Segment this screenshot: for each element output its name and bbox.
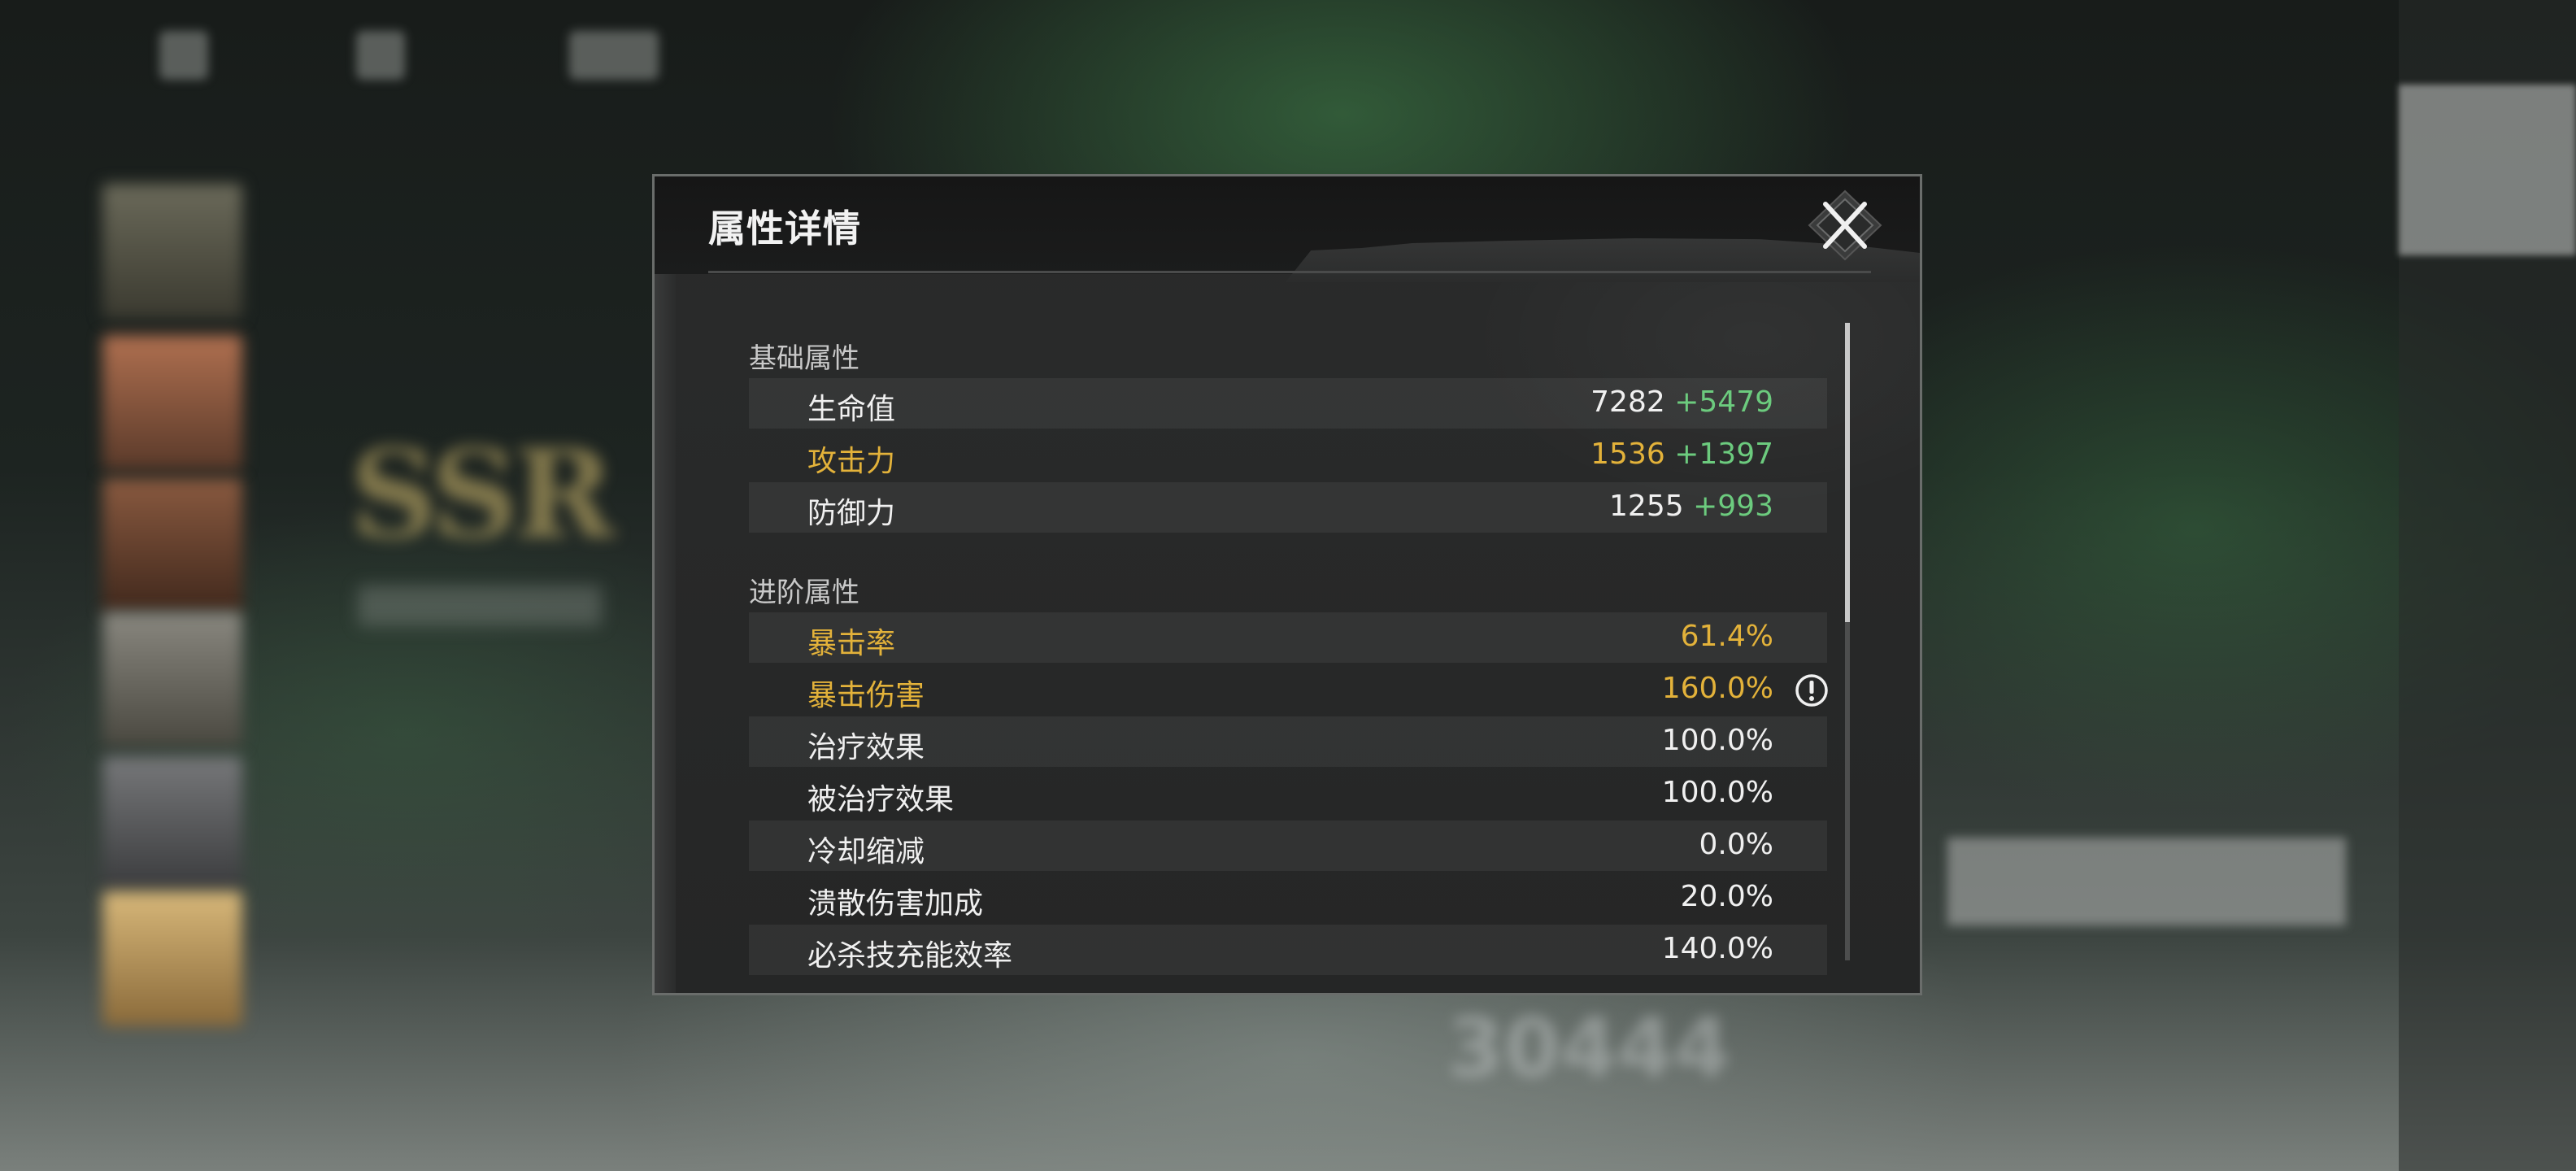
attribute-value: 0.0%	[1699, 828, 1773, 861]
attribute-row-defense: 防御力 1255 +993	[749, 482, 1827, 533]
side-menu-active-tab	[2399, 85, 2576, 255]
settings-icon	[356, 31, 405, 80]
attribute-label: 暴击率	[807, 627, 896, 660]
attribute-value: 140.0%	[1662, 932, 1773, 965]
attribute-label: 防御力	[807, 497, 896, 530]
attribute-value: 160.0%	[1662, 672, 1773, 705]
rarity-badge: SSR	[350, 423, 615, 566]
character-name	[358, 586, 602, 626]
top-label	[569, 31, 659, 80]
attribute-value: 61.4%	[1681, 620, 1773, 653]
attribute-label: 溃散伤害加成	[807, 887, 984, 921]
character-portrait	[102, 612, 242, 747]
bonus-value: +5479	[1674, 385, 1773, 419]
character-portrait	[102, 335, 242, 470]
attribute-label: 冷却缩减	[807, 835, 925, 868]
close-x-icon	[1808, 189, 1882, 261]
character-portrait	[102, 891, 242, 1026]
character-portrait	[102, 478, 242, 613]
close-button[interactable]	[1799, 188, 1891, 263]
character-portrait	[102, 184, 242, 319]
value-text: 61.4%	[1680, 620, 1773, 653]
attribute-row-ultimate-charge: 必杀技充能效率 140.0%	[749, 925, 1827, 975]
info-exclamation-icon[interactable]	[1795, 673, 1829, 707]
attribute-row-healed: 被治疗效果 100.0%	[749, 768, 1827, 819]
base-value: 1536	[1590, 437, 1665, 471]
attribute-label: 治疗效果	[807, 731, 925, 764]
attribute-value: 20.0%	[1681, 880, 1773, 913]
attribute-value: 7282 +5479	[1590, 385, 1773, 419]
attribute-value: 1536 +1397	[1590, 437, 1773, 471]
header-divider	[708, 271, 1871, 273]
attribute-value: 100.0%	[1662, 776, 1773, 809]
attribute-row-crit-rate: 暴击率 61.4%	[749, 612, 1827, 663]
attribute-list[interactable]: 基础属性 生命值 7282 +5479 攻击力 1536 +1397 防御力 1…	[749, 320, 1830, 993]
base-value: 1255	[1609, 490, 1684, 523]
attribute-label: 暴击伤害	[807, 679, 925, 712]
dialog-edge-decoration	[655, 176, 676, 993]
attribute-row-break-damage: 溃散伤害加成 20.0%	[749, 873, 1827, 923]
attribute-label: 必杀技充能效率	[807, 939, 1013, 973]
bonus-value: +993	[1693, 490, 1773, 523]
section-title-advanced: 进阶属性	[749, 577, 859, 609]
attribute-value: 100.0%	[1662, 724, 1773, 757]
share-icon	[159, 31, 208, 80]
attribute-row-healing: 治疗效果 100.0%	[749, 716, 1827, 767]
attribute-row-attack: 攻击力 1536 +1397	[749, 430, 1827, 481]
value-text: 100.0%	[1661, 776, 1773, 809]
attribute-label: 生命值	[807, 393, 896, 426]
character-portrait	[102, 756, 242, 891]
bonus-value: +1397	[1674, 437, 1773, 471]
attribute-row-hp: 生命值 7282 +5479	[749, 378, 1827, 429]
background-button	[1947, 838, 2346, 925]
attribute-value: 1255 +993	[1609, 490, 1773, 523]
scrollbar-thumb[interactable]	[1845, 323, 1850, 623]
value-text: 100.0%	[1661, 724, 1773, 757]
section-title-basic: 基础属性	[749, 342, 859, 375]
attribute-detail-dialog: 属性详情 基础属性 生命值 7282 +5479 攻击力 1536 +1397 …	[652, 174, 1922, 995]
value-text: 0.0%	[1699, 828, 1773, 861]
attribute-row-crit-damage: 暴击伤害 160.0%	[749, 664, 1829, 715]
dialog-title: 属性详情	[708, 207, 861, 250]
base-value: 7282	[1590, 385, 1665, 419]
attribute-label: 被治疗效果	[807, 783, 955, 816]
attribute-row-cooldown: 冷却缩减 0.0%	[749, 821, 1827, 871]
attribute-label: 攻击力	[807, 445, 896, 478]
value-text: 160.0%	[1661, 672, 1773, 705]
power-readout: 30444	[1447, 1000, 1730, 1095]
value-text: 140.0%	[1661, 932, 1773, 965]
value-text: 20.0%	[1680, 880, 1773, 913]
